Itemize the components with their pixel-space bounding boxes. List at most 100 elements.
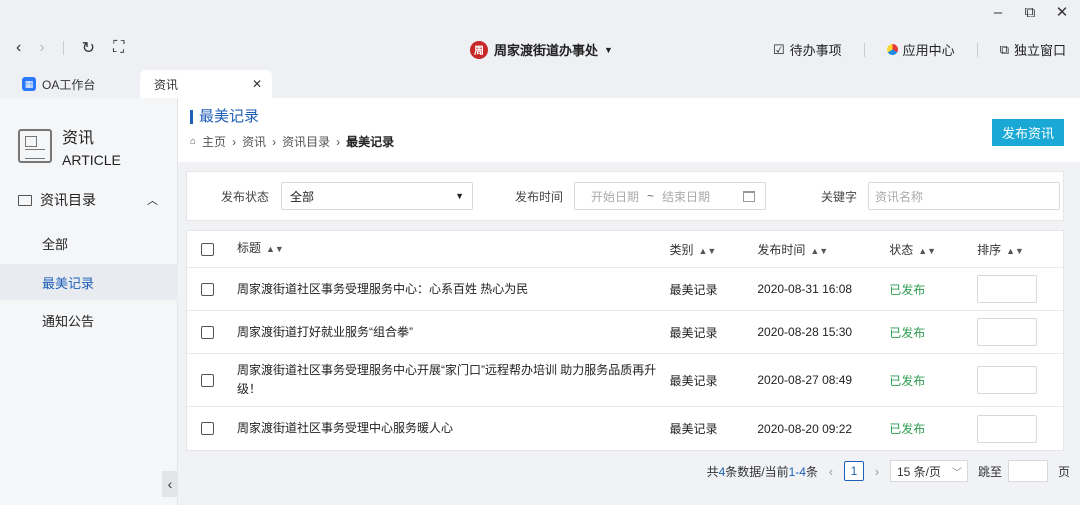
forward-icon[interactable]: ›	[39, 39, 44, 57]
row-time: 2020-08-31 16:08	[757, 282, 853, 296]
checkbox-pen-icon: ☑	[773, 41, 785, 57]
row-time: 2020-08-27 08:49	[757, 373, 853, 387]
back-icon[interactable]: ‹	[16, 39, 21, 57]
breadcrumb-catalog[interactable]: 资讯目录	[282, 133, 330, 150]
status-select[interactable]: 全部 ▼	[281, 182, 473, 210]
date-range-separator: ~	[647, 189, 655, 203]
column-header-order[interactable]: 排序 ▲▼	[977, 241, 1063, 258]
keyword-filter-label: 关键字	[821, 190, 858, 204]
standalone-window-label: 独立窗口	[1013, 43, 1066, 58]
sidebar-item-notices[interactable]: 通知公告	[0, 302, 178, 338]
table-row: 周家渡街道社区事务受理中心服务暖人心 最美记录 2020-08-20 09:22…	[187, 407, 1063, 450]
date-range-picker[interactable]: 开始日期 ~ 结束日期	[574, 182, 766, 210]
jump-label: 跳至	[977, 464, 1002, 479]
sidebar-item-all[interactable]: 全部	[0, 225, 178, 261]
tab-news-label: 资讯	[154, 77, 179, 92]
standalone-window-button[interactable]: ⧉ 独立窗口	[1000, 40, 1066, 59]
close-icon[interactable]: ✕	[1054, 4, 1070, 22]
page-number-button[interactable]: 1	[843, 461, 864, 481]
sort-order-input[interactable]	[977, 275, 1038, 303]
sidebar-header: 资讯 ARTICLE	[18, 124, 121, 168]
publish-news-button[interactable]: 发布资讯	[992, 119, 1064, 146]
app-center-button[interactable]: 应用中心	[886, 40, 955, 59]
select-all-checkbox[interactable]	[201, 242, 215, 256]
keyword-input[interactable]: 资讯名称	[868, 182, 1060, 210]
column-header-type[interactable]: 类别 ▲▼	[669, 241, 757, 258]
pagination-summary: 共4条数据/当前1-4条	[706, 464, 818, 479]
page-title: 最美记录	[190, 109, 259, 124]
tab-oa-workbench[interactable]: ▦ OA工作台	[22, 70, 95, 98]
org-switcher[interactable]: 周 周家渡街道办事处 ▼	[470, 40, 613, 59]
page-size-value: 15 条/页	[896, 464, 941, 479]
window-controls: – ⧉ ✕	[990, 4, 1070, 22]
page-size-select[interactable]: 15 条/页 ﹀	[889, 460, 968, 482]
breadcrumb-home[interactable]: 主页	[202, 133, 226, 150]
chevron-left-icon: ‹	[167, 476, 173, 492]
sort-icon: ▲▼	[810, 245, 829, 256]
filter-bar: 发布状态 全部 ▼ 发布时间 开始日期 ~ 结束日期 关键字 资讯名称	[186, 171, 1064, 221]
row-title-link[interactable]: 周家渡街道社区事务受理中心服务暖人心	[229, 419, 670, 438]
sidebar-item-label: 最美记录	[42, 275, 95, 291]
row-status: 已发布	[889, 373, 926, 388]
status-select-value: 全部	[290, 189, 315, 204]
window-bar: – ⧉ ✕ ‹ › ↻ ⛶ 周 周家渡街道办事处 ▼ ☑ 待办事项 应用中心 ⧉…	[0, 0, 1080, 70]
sidebar-item-best-records[interactable]: 最美记录	[0, 264, 178, 300]
row-status: 已发布	[889, 282, 926, 297]
sort-icon: ▲▼	[265, 244, 284, 254]
org-logo-icon: 周	[470, 40, 488, 59]
breadcrumb-current: 最美记录	[346, 135, 395, 149]
sidebar-item-label: 通知公告	[42, 313, 95, 329]
folder-icon	[18, 194, 32, 206]
column-header-time[interactable]: 发布时间 ▲▼	[757, 241, 889, 258]
caret-down-icon: ▼	[455, 191, 464, 201]
end-date-placeholder: 结束日期	[662, 189, 711, 204]
sort-order-input[interactable]	[977, 414, 1038, 443]
app-center-label: 应用中心	[902, 43, 955, 58]
tab-bar: ▦ OA工作台 资讯 ✕	[0, 70, 1080, 98]
minimize-icon[interactable]: –	[990, 4, 1006, 22]
sidebar-title: 资讯	[62, 130, 95, 147]
sidebar-collapse-button[interactable]: ‹	[162, 471, 178, 497]
row-checkbox[interactable]	[201, 422, 215, 435]
prev-page-icon[interactable]: ‹	[824, 464, 838, 479]
jump-page-input[interactable]	[1007, 460, 1048, 482]
sidebar-group-catalog[interactable]: 资讯目录 ︿	[18, 190, 158, 210]
breadcrumb-separator-icon: ›	[272, 134, 277, 149]
todo-button[interactable]: ☑ 待办事项	[773, 40, 842, 59]
org-name: 周家渡街道办事处	[494, 43, 599, 58]
sort-icon: ▲▼	[1006, 245, 1024, 256]
breadcrumb-news[interactable]: 资讯	[242, 133, 266, 150]
tab-close-icon[interactable]: ✕	[252, 77, 262, 91]
status-filter-label: 发布状态	[221, 190, 270, 204]
row-checkbox[interactable]	[201, 282, 215, 296]
table-row: 周家渡街道打好就业服务“组合拳” 最美记录 2020-08-28 15:30 已…	[187, 311, 1063, 354]
table-header-row: 标题 ▲▼ 类别 ▲▼ 发布时间 ▲▼ 状态 ▲▼ 排序 ▲▼	[187, 231, 1063, 268]
restore-icon[interactable]: ⧉	[1022, 4, 1038, 22]
page-header: 最美记录 ⌂ 主页 › 资讯 › 资讯目录 › 最美记录 发布资讯	[178, 98, 1080, 162]
top-separator	[863, 42, 865, 57]
tab-oa-label: OA工作台	[42, 77, 96, 92]
sidebar-subtitle: ARTICLE	[62, 152, 121, 168]
breadcrumb-separator-icon: ›	[232, 134, 237, 149]
sort-icon: ▲▼	[698, 245, 717, 256]
fullscreen-icon[interactable]: ⛶	[113, 39, 124, 57]
article-icon	[18, 129, 52, 163]
chevron-down-icon: ﹀	[951, 467, 962, 479]
sort-order-input[interactable]	[977, 366, 1038, 394]
tab-news[interactable]: 资讯 ✕	[140, 70, 272, 98]
chevron-up-icon: ︿	[147, 195, 158, 207]
row-title-link[interactable]: 周家渡街道社区事务受理服务中心：心系百姓 热心为民	[229, 280, 670, 299]
row-time: 2020-08-20 09:22	[757, 421, 853, 436]
app-center-icon	[886, 44, 898, 55]
sort-order-input[interactable]	[977, 318, 1038, 346]
next-page-icon[interactable]: ›	[870, 464, 884, 479]
row-title-link[interactable]: 周家渡街道社区事务受理服务中心开展“家门口”远程帮办培训 助力服务品质再升级！	[229, 361, 670, 399]
row-title-link[interactable]: 周家渡街道打好就业服务“组合拳”	[229, 323, 670, 342]
table-row: 周家渡街道社区事务受理服务中心：心系百姓 热心为民 最美记录 2020-08-3…	[187, 268, 1063, 311]
column-header-status[interactable]: 状态 ▲▼	[889, 241, 977, 258]
row-checkbox[interactable]	[201, 325, 215, 339]
row-status: 已发布	[889, 422, 926, 436]
row-checkbox[interactable]	[201, 373, 215, 387]
column-header-title[interactable]: 标题 ▲▼	[229, 239, 670, 259]
refresh-icon[interactable]: ↻	[82, 38, 95, 58]
